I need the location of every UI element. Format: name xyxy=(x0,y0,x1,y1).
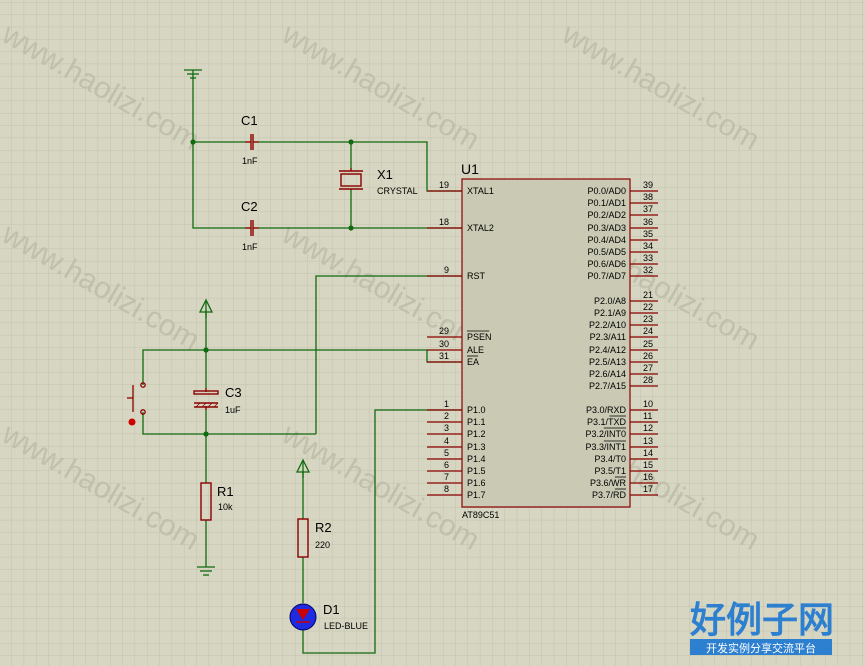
pin-number: 33 xyxy=(643,253,653,263)
c2-value: 1nF xyxy=(242,242,258,252)
pin-number: 16 xyxy=(643,472,653,482)
pin-name: P0.3/AD3 xyxy=(587,223,626,233)
pin-name: P1.5 xyxy=(467,466,486,476)
pin-number: 24 xyxy=(643,326,653,336)
pin-name: P2.1/A9 xyxy=(594,308,626,318)
x1-ref: X1 xyxy=(377,167,393,182)
pin-name: P1.2 xyxy=(467,429,486,439)
pin-name: P2.3/A11 xyxy=(590,332,626,342)
pin-name: P3.1/TXD xyxy=(587,417,627,427)
pin-number: 34 xyxy=(643,241,653,251)
pin-number: 29 xyxy=(439,326,449,336)
pin-name: P0.1/AD1 xyxy=(587,198,626,208)
pin-name: P2.0/A8 xyxy=(594,296,626,306)
pin-number: 22 xyxy=(643,302,653,312)
pin-number: 37 xyxy=(643,204,653,214)
c1-value: 1nF xyxy=(242,156,258,166)
pin-number: 12 xyxy=(643,423,653,433)
r2-ref: R2 xyxy=(315,520,332,535)
pin-name: XTAL2 xyxy=(467,223,494,233)
c1-ref: C1 xyxy=(241,113,258,128)
pin-number: 36 xyxy=(643,217,653,227)
pin-name: P3.6/WR xyxy=(590,478,627,488)
pin-name: P3.3/INT1 xyxy=(585,442,626,452)
r1-ref: R1 xyxy=(217,484,234,499)
pin-number: 2 xyxy=(444,411,449,421)
c3-ref: C3 xyxy=(225,385,242,400)
pin-name: ALE xyxy=(467,345,484,355)
d1-ref: D1 xyxy=(323,602,340,617)
schematic-canvas[interactable]: www.haolizi.com www.haolizi.com www.haol… xyxy=(0,0,865,666)
pin-name: RST xyxy=(467,271,486,281)
pin-number: 39 xyxy=(643,180,653,190)
pin-name: P2.6/A14 xyxy=(589,369,626,379)
pin-name: EA xyxy=(467,357,479,367)
pin-number: 17 xyxy=(643,484,653,494)
button-actuator-dot[interactable] xyxy=(128,418,136,426)
pin-number: 25 xyxy=(643,339,653,349)
pin-number: 10 xyxy=(643,399,653,409)
pin-number: 6 xyxy=(444,460,449,470)
pin-name: P3.0/RXD xyxy=(586,405,627,415)
r2-value: 220 xyxy=(315,540,330,550)
pin-number: 7 xyxy=(444,472,449,482)
chip-ref: U1 xyxy=(461,161,479,177)
pin-number: 28 xyxy=(643,375,653,385)
pin-name: P3.7/RD xyxy=(592,490,627,500)
pin-name: P1.7 xyxy=(467,490,486,500)
pin-name: P1.0 xyxy=(467,405,486,415)
pin-number: 35 xyxy=(643,229,653,239)
pin-number: 5 xyxy=(444,448,449,458)
pin-name: P1.3 xyxy=(467,442,486,452)
pin-number: 38 xyxy=(643,192,653,202)
pin-number: 23 xyxy=(643,314,653,324)
pin-name: P3.5/T1 xyxy=(594,466,626,476)
logo-subtitle: 开发实例分享交流平台 xyxy=(706,641,816,655)
pin-name: P3.2/INT0 xyxy=(585,429,626,439)
pin-number: 26 xyxy=(643,351,653,361)
pin-name: P0.4/AD4 xyxy=(587,235,626,245)
pin-name: P1.4 xyxy=(467,454,486,464)
pin-name: P0.0/AD0 xyxy=(587,186,626,196)
pin-number: 8 xyxy=(444,484,449,494)
pin-name: P2.4/A12 xyxy=(589,345,626,355)
pin-number: 14 xyxy=(643,448,653,458)
pin-name: XTAL1 xyxy=(467,186,494,196)
chip-part: AT89C51 xyxy=(462,510,499,520)
r1-value: 10k xyxy=(218,502,233,512)
pin-number: 3 xyxy=(444,423,449,433)
pin-name: P1.1 xyxy=(467,417,486,427)
pin-number: 15 xyxy=(643,460,653,470)
d1-value: LED-BLUE xyxy=(324,621,368,631)
microcontroller-u1[interactable]: U1 AT89C51 19XTAL118XTAL29RST29PSEN30ALE… xyxy=(427,161,658,520)
pin-name: P0.2/AD2 xyxy=(587,210,626,220)
c3-value: 1uF xyxy=(225,405,241,415)
pin-name: P2.5/A13 xyxy=(589,357,626,367)
site-logo: 好例子网 开发实例分享交流平台 xyxy=(689,599,834,655)
pin-name: P0.6/AD6 xyxy=(587,259,626,269)
pin-name: P1.6 xyxy=(467,478,486,488)
pin-number: 21 xyxy=(643,290,653,300)
pin-name: P0.7/AD7 xyxy=(587,271,626,281)
pin-number: 31 xyxy=(439,351,449,361)
pin-name: P2.7/A15 xyxy=(589,381,626,391)
pin-number: 27 xyxy=(643,363,653,373)
pin-number: 9 xyxy=(444,265,449,275)
pin-number: 13 xyxy=(643,436,653,446)
pin-number: 11 xyxy=(643,411,652,421)
pin-name: P3.4/T0 xyxy=(594,454,626,464)
c2-ref: C2 xyxy=(241,199,258,214)
logo-title: 好例子网 xyxy=(689,599,834,640)
pin-number: 18 xyxy=(439,217,449,227)
pin-name: PSEN xyxy=(467,332,492,342)
x1-value: CRYSTAL xyxy=(377,186,418,196)
pin-number: 1 xyxy=(444,399,449,409)
pin-number: 32 xyxy=(643,265,653,275)
pin-number: 4 xyxy=(444,436,449,446)
pin-number: 30 xyxy=(439,339,449,349)
pin-number: 19 xyxy=(439,180,449,190)
pin-name: P2.2/A10 xyxy=(589,320,626,330)
pin-name: P0.5/AD5 xyxy=(587,247,626,257)
